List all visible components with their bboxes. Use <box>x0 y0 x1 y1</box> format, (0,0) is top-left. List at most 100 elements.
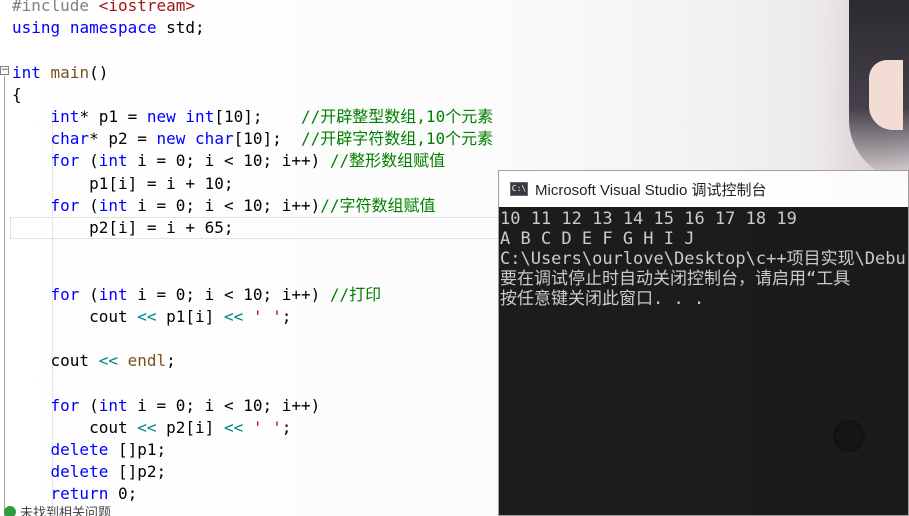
code-token: for <box>50 284 80 304</box>
code-token: using <box>12 18 61 38</box>
code-token: * p2 = <box>89 129 157 149</box>
code-token: for <box>50 151 80 171</box>
console-line: C:\Users\ourlove\Desktop\c++项目实现\Debu <box>500 249 906 269</box>
code-line[interactable]: for (int i = 0; i < 10; i++) <box>12 395 321 417</box>
code-token: { <box>12 84 22 104</box>
code-token: <iostream> <box>98 0 196 15</box>
code-token: //打印 <box>329 284 382 304</box>
code-line[interactable]: for (int i = 0; i < 10; i++)//字符数组赋值 <box>12 195 436 217</box>
code-token: () <box>89 62 109 82</box>
code-token: int <box>185 107 215 126</box>
code-token: char <box>50 129 90 149</box>
console-output[interactable]: 10 11 12 13 14 15 16 17 18 19 A B C D E … <box>500 209 908 309</box>
code-token: int <box>98 151 128 171</box>
code-line[interactable]: return 0; <box>12 483 138 505</box>
code-token: << <box>223 417 244 437</box>
code-line[interactable]: p2[i] = i + 65; <box>12 217 234 239</box>
code-line[interactable]: int* p1 = new int[10]; //开辟整型数组,10个元素 <box>12 106 494 128</box>
code-token: [10]; <box>233 129 302 149</box>
code-token: << <box>98 351 118 371</box>
code-line[interactable]: #include <iostream> <box>12 0 195 17</box>
code-token: namespace <box>69 18 157 38</box>
code-token: //开辟整型数组,10个元素 <box>301 107 494 126</box>
code-line[interactable]: { <box>12 84 22 106</box>
console-app-icon: C:\ <box>510 182 528 196</box>
fold-guide-line <box>4 76 5 516</box>
code-token: ( <box>79 195 99 215</box>
code-token: ; <box>281 306 292 326</box>
code-line[interactable]: for (int i = 0; i < 10; i++) //打印 <box>12 284 382 306</box>
code-token: int <box>98 395 128 415</box>
code-line[interactable]: cout << p1[i] << ' '; <box>12 306 291 328</box>
code-token: i = 0; i < 10; i++) <box>127 195 321 215</box>
code-token: << <box>137 417 157 437</box>
code-token: int <box>98 195 128 215</box>
code-line[interactable]: cout << p2[i] << ' '; <box>12 417 291 439</box>
debug-console-window[interactable]: C:\ Microsoft Visual Studio 调试控制台 10 11 … <box>498 170 909 516</box>
console-line: A B C D E F G H I J <box>500 229 695 249</box>
code-line[interactable]: int main() <box>12 62 108 84</box>
code-token: p1[i] = i + 10; <box>12 173 234 193</box>
code-token: for <box>50 195 80 215</box>
code-token: << <box>137 306 157 326</box>
code-token: ( <box>79 395 99 415</box>
code-token: #include <box>12 0 99 15</box>
code-token: new <box>146 107 176 126</box>
console-titlebar[interactable]: C:\ Microsoft Visual Studio 调试控制台 <box>499 171 908 207</box>
code-token: return <box>50 484 109 504</box>
code-token: int <box>50 107 80 126</box>
code-line[interactable]: cout << endl; <box>12 350 176 372</box>
code-token: //字符数组赋值 <box>320 195 436 215</box>
code-token: cout <box>12 306 138 326</box>
fold-collapse-icon[interactable]: − <box>0 66 9 75</box>
code-token: ; <box>166 351 176 371</box>
code-token: //整形数组赋值 <box>329 151 446 171</box>
code-line[interactable]: for (int i = 0; i < 10; i++) //整形数组赋值 <box>12 150 446 172</box>
code-token: []p1; <box>108 440 167 459</box>
code-line[interactable]: p1[i] = i + 10; <box>12 173 234 195</box>
code-line[interactable]: char* p2 = new char[10]; //开辟字符数组,10个元素 <box>12 128 494 150</box>
code-token: cout <box>12 417 138 437</box>
code-token: delete <box>50 462 109 482</box>
code-token: i = 0; i < 10; i++) <box>127 284 330 304</box>
code-token: ( <box>79 151 99 171</box>
code-token: << <box>223 306 244 326</box>
code-token: int <box>98 284 128 304</box>
code-token: p2[i] = i + 65; <box>12 218 234 237</box>
code-token: ' ' <box>252 417 282 437</box>
code-token: ; <box>281 417 292 437</box>
code-token: int <box>12 62 41 82</box>
code-token: [10]; <box>214 107 302 126</box>
code-token: []p2; <box>108 462 167 482</box>
code-token: 0; <box>108 484 138 504</box>
code-token: delete <box>50 440 109 459</box>
wallpaper-figure-face <box>869 60 903 130</box>
code-token: std; <box>156 18 205 38</box>
code-token: for <box>50 395 80 415</box>
code-line[interactable]: delete []p2; <box>12 461 167 483</box>
code-token: main <box>50 62 90 82</box>
code-token: p1[i] <box>156 306 224 326</box>
console-line: 要在调试停止时自动关闭控制台，请启用“工具 <box>500 269 851 289</box>
code-line[interactable]: delete []p1; <box>12 439 167 461</box>
code-line[interactable]: using namespace std; <box>12 17 205 39</box>
console-line: 10 11 12 13 14 15 16 17 18 19 <box>500 209 797 229</box>
code-token: ' ' <box>252 306 282 326</box>
console-line: 按任意键关闭此窗口. . . <box>500 289 705 309</box>
code-token: p2[i] <box>156 417 224 437</box>
code-token: endl <box>127 351 167 371</box>
